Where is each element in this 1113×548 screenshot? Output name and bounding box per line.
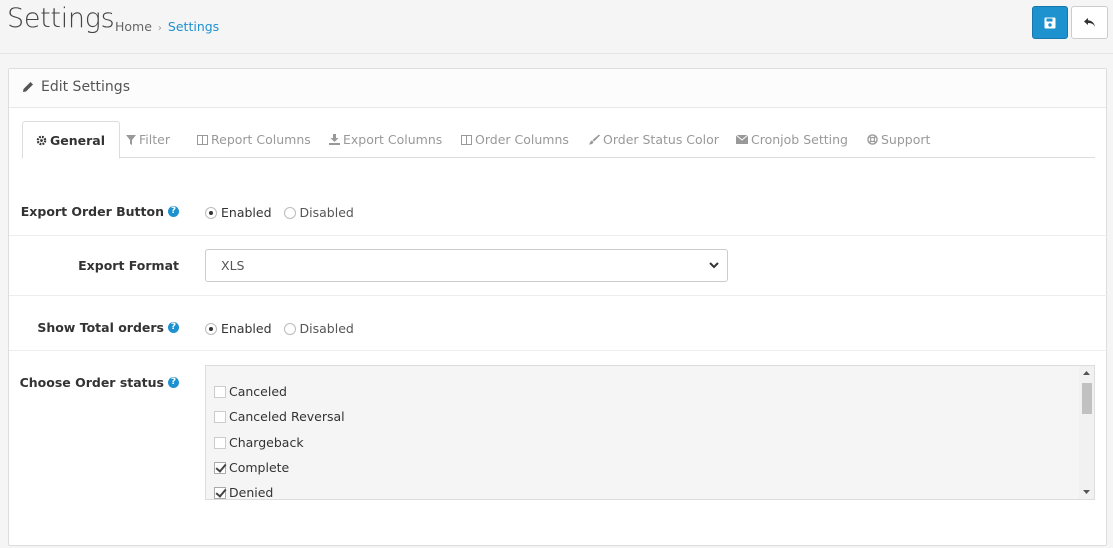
list-item[interactable]: Canceled Reversal (214, 409, 345, 424)
tab-export-columns[interactable]: Export Columns (329, 121, 442, 158)
scrollbar[interactable] (1079, 366, 1094, 499)
tab-label: General (50, 132, 105, 148)
form-row-export-order-button: Export Order Button? Enabled Disabled (9, 185, 1108, 236)
paint-brush-icon (589, 134, 600, 145)
radio-label-enabled: Enabled (221, 205, 272, 220)
breadcrumb-current[interactable]: Settings (168, 19, 219, 34)
choose-order-status-label: Choose Order status? (20, 375, 179, 390)
settings-panel: Edit Settings General Filter Report Colu… (8, 68, 1108, 546)
list-item[interactable]: Denied (214, 485, 274, 500)
export-order-button-label: Export Order Button? (21, 204, 179, 219)
back-button[interactable] (1071, 6, 1108, 39)
radio-disabled[interactable] (283, 322, 296, 335)
tab-label: Cronjob Setting (751, 132, 848, 147)
order-status-checklist[interactable]: Canceled Canceled Reversal Chargeback Co… (205, 365, 1095, 500)
tab-label: Report Columns (211, 132, 311, 147)
radio-label-disabled: Disabled (299, 321, 354, 336)
checkbox[interactable] (214, 486, 226, 499)
list-item[interactable]: Canceled (214, 384, 287, 399)
scroll-down-arrow-icon[interactable] (1083, 490, 1090, 494)
columns-icon (461, 134, 472, 145)
help-icon[interactable]: ? (168, 206, 179, 217)
tab-label: Export Columns (343, 132, 443, 147)
help-icon[interactable]: ? (168, 322, 179, 333)
breadcrumb-separator: › (157, 23, 162, 34)
save-button[interactable] (1032, 6, 1068, 39)
list-item[interactable]: Complete (214, 460, 289, 475)
filter-icon (126, 134, 136, 145)
export-format-value: XLS (221, 258, 245, 273)
tab-support[interactable]: Support (867, 121, 930, 158)
checkbox[interactable] (214, 410, 226, 423)
columns-icon (197, 134, 208, 145)
breadcrumb-home[interactable]: Home (115, 19, 152, 34)
radio-label-enabled: Enabled (221, 321, 272, 336)
export-format-label: Export Format (78, 258, 179, 273)
checkbox[interactable] (214, 436, 226, 449)
tab-cronjob-setting[interactable]: Cronjob Setting (736, 121, 848, 158)
breadcrumb: Home › Settings (115, 19, 219, 34)
tab-filter[interactable]: Filter (126, 121, 170, 158)
panel-title: Edit Settings (41, 79, 130, 95)
show-total-orders-label: Show Total orders? (37, 320, 179, 335)
tab-label: Order Columns (475, 132, 569, 147)
page-title: Settings (7, 3, 115, 34)
checkbox-label: Canceled Reversal (229, 409, 345, 424)
checkbox[interactable] (214, 385, 226, 398)
checkbox-label: Complete (229, 460, 290, 475)
pencil-icon (23, 82, 33, 92)
tab-label: Filter (139, 132, 170, 147)
settings-tabs: General Filter Report Columns Export Col… (22, 121, 1095, 159)
export-format-select[interactable]: XLS (205, 249, 728, 282)
checkbox[interactable] (214, 461, 226, 474)
tab-label: Support (881, 132, 931, 147)
chevron-down-icon (709, 262, 719, 269)
gear-icon (36, 135, 47, 145)
floppy-disk-icon (1044, 17, 1056, 28)
tab-general[interactable]: General (22, 121, 120, 159)
radio-label-disabled: Disabled (299, 205, 354, 220)
checkbox-label: Canceled (229, 384, 287, 399)
envelope-icon (736, 135, 748, 144)
tab-label: Order Status Color (603, 132, 719, 147)
form-row-show-total-orders: Show Total orders? Enabled Disabled (9, 296, 1108, 351)
panel-heading: Edit Settings (9, 69, 1106, 108)
radio-enabled[interactable] (205, 206, 217, 219)
scroll-up-arrow-icon[interactable] (1083, 371, 1090, 375)
scroll-thumb[interactable] (1082, 383, 1092, 414)
list-item[interactable]: Chargeback (214, 435, 304, 450)
radio-disabled[interactable] (283, 206, 296, 219)
checkbox-label: Denied (229, 485, 274, 500)
page-header: Settings Home › Settings (0, 0, 1113, 54)
help-icon[interactable]: ? (168, 377, 179, 388)
form-row-export-format: Export Format XLS (9, 236, 1108, 296)
life-ring-icon (867, 134, 878, 145)
reply-icon (1084, 18, 1095, 27)
radio-enabled[interactable] (205, 322, 217, 335)
export-order-button-radios: Enabled Disabled (205, 205, 366, 220)
form-row-choose-order-status: Choose Order status? Canceled Canceled R… (9, 351, 1108, 521)
tab-report-columns[interactable]: Report Columns (197, 121, 311, 158)
checkbox-label: Chargeback (229, 435, 304, 450)
tab-order-columns[interactable]: Order Columns (461, 121, 569, 158)
show-total-orders-radios: Enabled Disabled (205, 321, 366, 336)
tab-order-status-color[interactable]: Order Status Color (589, 121, 719, 158)
download-icon (329, 134, 340, 145)
